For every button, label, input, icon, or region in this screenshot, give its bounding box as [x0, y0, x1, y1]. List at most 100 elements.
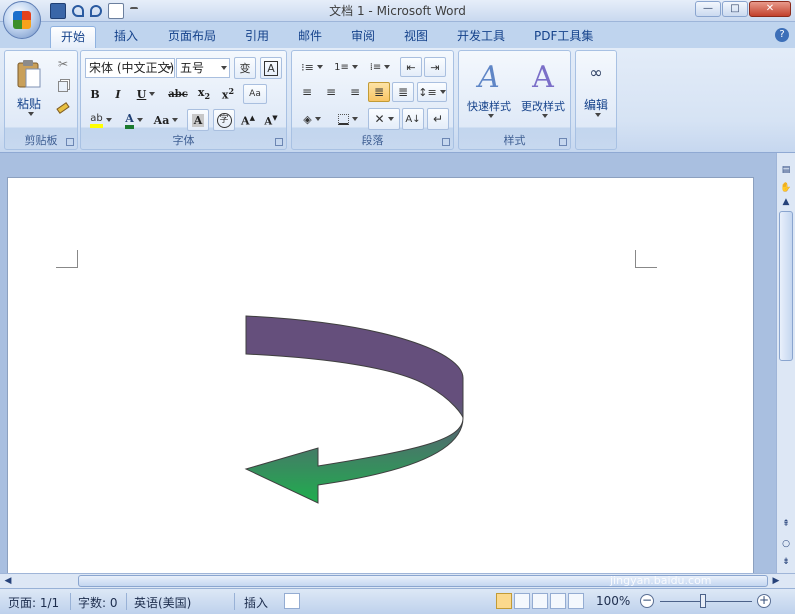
change-case-button[interactable]: Aa: [151, 109, 181, 131]
tab-view[interactable]: 视图: [394, 26, 438, 48]
justify-button[interactable]: ≣: [368, 82, 390, 102]
curved-arrow-body[interactable]: [244, 315, 464, 504]
select-browse-object-icon[interactable]: ○: [779, 537, 793, 551]
superscript-button[interactable]: x2: [217, 84, 239, 104]
ruler-toggle-icon[interactable]: ▤: [779, 163, 793, 177]
zoom-in-button[interactable]: +: [757, 594, 771, 608]
character-shading-button[interactable]: A: [187, 109, 209, 131]
paste-button[interactable]: 粘贴: [9, 53, 49, 121]
next-page-icon[interactable]: ⇟: [779, 555, 793, 569]
chevron-down-icon: [541, 114, 548, 118]
status-separator: [70, 593, 71, 610]
distributed-button[interactable]: ≣: [392, 82, 414, 102]
help-icon[interactable]: ?: [775, 28, 789, 42]
tab-references[interactable]: 引用: [235, 26, 279, 48]
copy-button[interactable]: [53, 77, 73, 95]
clear-formatting-button[interactable]: Aa: [243, 84, 267, 104]
tab-pdf-tools[interactable]: PDF工具集: [524, 26, 603, 48]
draft-view-button[interactable]: [568, 593, 584, 609]
sort-button[interactable]: A↓: [402, 108, 424, 130]
bold-icon: B: [90, 87, 100, 101]
enclose-characters-button[interactable]: 字: [213, 109, 235, 131]
page-count[interactable]: 页面: 1/1: [8, 594, 59, 611]
shrink-font-button[interactable]: A▼: [261, 109, 281, 131]
change-styles-button[interactable]: A 更改样式: [516, 55, 570, 125]
align-left-icon: ≡: [301, 85, 313, 99]
insert-mode[interactable]: 插入: [244, 594, 268, 611]
clipboard-launcher-icon[interactable]: [66, 138, 74, 146]
previous-page-icon[interactable]: ⇞: [779, 517, 793, 531]
scroll-left-icon[interactable]: ◀: [2, 574, 14, 588]
scroll-right-icon[interactable]: ▶: [770, 574, 782, 588]
tab-review[interactable]: 审阅: [341, 26, 385, 48]
borders-button[interactable]: [332, 108, 364, 130]
maximize-button[interactable]: □: [722, 1, 748, 17]
zoom-level[interactable]: 100%: [596, 594, 630, 608]
zoom-out-button[interactable]: −: [640, 594, 654, 608]
quick-styles-icon: A: [478, 60, 500, 95]
italic-button[interactable]: I: [108, 84, 128, 104]
close-button[interactable]: ✕: [749, 1, 791, 17]
paragraph-launcher-icon[interactable]: [442, 138, 450, 146]
multilevel-list-icon: ⁞≡: [369, 61, 382, 73]
styles-launcher-icon[interactable]: [559, 138, 567, 146]
quick-styles-button[interactable]: A 快速样式: [462, 55, 516, 125]
zoom-slider-thumb[interactable]: [700, 594, 706, 608]
underline-button[interactable]: U: [131, 84, 161, 104]
macro-record-icon[interactable]: [284, 593, 300, 609]
chevron-down-icon: [487, 114, 494, 118]
editing-button[interactable]: ∞ 编辑: [578, 55, 614, 125]
format-painter-button[interactable]: [53, 99, 73, 117]
line-spacing-button[interactable]: ↕≡: [417, 82, 447, 102]
cut-button[interactable]: ✂: [53, 55, 73, 73]
increase-indent-button[interactable]: ⇥: [424, 57, 446, 77]
window-controls: — □ ✕: [695, 1, 791, 17]
decrease-indent-button[interactable]: ⇤: [400, 57, 422, 77]
multilevel-list-button[interactable]: ⁞≡: [364, 57, 396, 77]
tab-mailings[interactable]: 邮件: [288, 26, 332, 48]
numbering-button[interactable]: 1≡: [330, 57, 362, 77]
show-marks-button[interactable]: ↵: [427, 108, 449, 130]
outline-view-button[interactable]: [550, 593, 566, 609]
align-right-button[interactable]: ≡: [344, 82, 366, 102]
tab-developer[interactable]: 开发工具: [447, 26, 515, 48]
minimize-button[interactable]: —: [695, 1, 721, 17]
grow-font-button[interactable]: A▲: [238, 109, 258, 131]
font-group: 宋体 (中文正文) 五号 变 A B I U abc x2 x2 Aa ab A…: [80, 50, 287, 150]
chevron-down-icon: [136, 118, 143, 122]
full-screen-reading-view-button[interactable]: [514, 593, 530, 609]
chinese-layout-button[interactable]: ✕: [368, 108, 400, 130]
subscript-button[interactable]: x2: [193, 84, 215, 104]
zoom-slider-track[interactable]: [660, 601, 752, 602]
tab-home[interactable]: 开始: [50, 26, 97, 48]
tab-page-layout[interactable]: 页面布局: [158, 26, 226, 48]
language-indicator[interactable]: 英语(美国): [134, 594, 191, 611]
align-left-button[interactable]: ≡: [296, 82, 318, 102]
font-size-combo[interactable]: 五号: [176, 58, 230, 78]
print-layout-view-button[interactable]: [496, 593, 512, 609]
character-border-button[interactable]: A: [260, 57, 282, 79]
pan-hand-icon[interactable]: ✋: [779, 181, 793, 195]
vertical-scrollbar[interactable]: ▤ ✋ ▲ ⇞ ○ ⇟: [776, 153, 795, 573]
phonetic-guide-button[interactable]: 变: [234, 57, 256, 79]
bullets-button[interactable]: ⁝≡: [296, 57, 328, 77]
scroll-up-icon[interactable]: ▲: [779, 195, 793, 209]
bold-button[interactable]: B: [85, 84, 105, 104]
curved-arrow-shape[interactable]: [8, 178, 755, 578]
font-color-button[interactable]: A: [119, 109, 149, 131]
align-center-button[interactable]: ≡: [320, 82, 342, 102]
font-color-icon: A: [125, 112, 134, 129]
office-button[interactable]: [3, 1, 41, 39]
font-name-combo[interactable]: 宋体 (中文正文): [85, 58, 175, 78]
font-launcher-icon[interactable]: [275, 138, 283, 146]
document-page[interactable]: [7, 177, 754, 577]
vertical-scroll-thumb[interactable]: [779, 211, 793, 361]
shading-button[interactable]: ◈: [296, 108, 328, 130]
word-count[interactable]: 字数: 0: [78, 594, 118, 611]
text-highlight-button[interactable]: ab: [85, 109, 117, 131]
document-area[interactable]: [0, 153, 776, 577]
bullet-list-icon: ⁝≡: [301, 60, 314, 74]
strikethrough-button[interactable]: abc: [165, 84, 191, 104]
tab-insert[interactable]: 插入: [104, 26, 148, 48]
web-layout-view-button[interactable]: [532, 593, 548, 609]
